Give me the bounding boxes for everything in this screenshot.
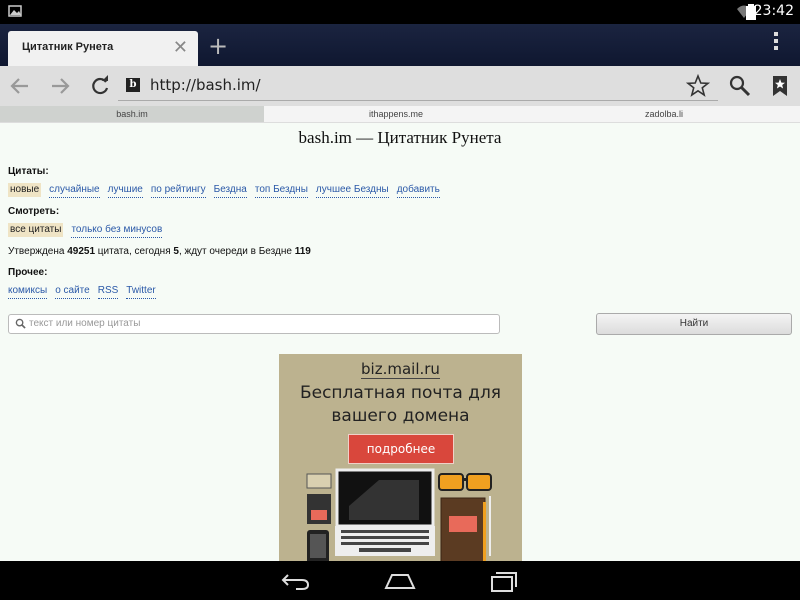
close-tab-icon[interactable]: ✕ xyxy=(173,39,188,57)
site-favicon-icon: b xyxy=(126,78,140,92)
search-placeholder: текст или номер цитаты xyxy=(29,318,141,329)
clock: 23:42 xyxy=(753,3,794,19)
ad-brand-text: biz.mail.ru xyxy=(361,360,440,379)
link-abyss-top[interactable]: топ Бездны xyxy=(254,183,308,198)
link-best[interactable]: лучшие xyxy=(107,183,143,198)
quote-stats: Утверждена 49251 цитата, сегодня 5, ждут… xyxy=(8,246,311,257)
ad-tagline-line1: Бесплатная почта для xyxy=(299,383,502,403)
home-nav-icon[interactable] xyxy=(384,569,416,593)
link-new[interactable]: новые xyxy=(8,183,42,197)
system-nav-bar xyxy=(0,561,800,600)
forward-arrow-icon[interactable] xyxy=(48,74,72,98)
link-abyss-best[interactable]: лучшее Бездны xyxy=(315,183,389,198)
link-abyss[interactable]: Бездна xyxy=(213,183,247,198)
link-add[interactable]: добавить xyxy=(396,183,440,198)
back-nav-icon[interactable] xyxy=(280,569,312,593)
find-button[interactable]: Найти xyxy=(596,313,792,335)
status-bar: 23:42 xyxy=(0,0,800,24)
link-twitter[interactable]: Twitter xyxy=(126,284,156,299)
page-title: bash.im — Цитатник Рунета xyxy=(298,128,502,147)
quote-search-input[interactable]: текст или номер цитаты xyxy=(8,314,500,334)
advertisement-banner[interactable]: biz.mail.ru Бесплатная почта для вашего … xyxy=(279,354,522,561)
view-nav: все цитаты только без минусов xyxy=(8,223,170,238)
browser-tab[interactable]: Цитатник Рунета ✕ xyxy=(8,31,198,66)
stats-text-3: , ждут очереди в Бездне xyxy=(178,246,295,257)
site-tab-zadolba[interactable]: zadolba.li xyxy=(528,106,800,122)
ad-brand: biz.mail.ru xyxy=(279,360,522,379)
site-tab-bash[interactable]: bash.im xyxy=(0,106,264,122)
browser-toolbar: b http://bash.im/ xyxy=(0,66,800,107)
bookmarks-icon[interactable] xyxy=(768,74,792,98)
quotes-nav: новые случайные лучшие по рейтингу Бездна топ… xyxy=(8,183,448,198)
tab-strip: Цитатник Рунета ✕ + xyxy=(0,24,800,66)
stats-text-2: цитата, сегодня xyxy=(95,246,174,257)
ad-tagline-line2: вашего домена xyxy=(331,406,470,426)
url-text[interactable]: http://bash.im/ xyxy=(150,76,261,94)
link-rss[interactable]: RSS xyxy=(97,284,119,299)
link-about[interactable]: о сайте xyxy=(55,284,90,299)
search-icon[interactable] xyxy=(728,74,752,98)
search-magnifier-icon xyxy=(15,318,26,329)
quotes-label: Цитаты: xyxy=(8,166,49,177)
bookmark-star-icon[interactable] xyxy=(686,74,710,98)
address-bar[interactable]: b http://bash.im/ xyxy=(118,72,718,101)
link-random[interactable]: случайные xyxy=(49,183,100,198)
new-tab-icon[interactable]: + xyxy=(203,34,233,60)
overflow-menu-icon[interactable] xyxy=(774,32,780,53)
ad-illustration xyxy=(306,468,492,561)
site-tab-ithappens[interactable]: ithappens.me xyxy=(264,106,528,122)
ad-more-button[interactable]: подробнее xyxy=(348,434,454,464)
link-by-rating[interactable]: по рейтингу xyxy=(150,183,206,198)
picture-notification-icon xyxy=(8,5,22,17)
reload-icon[interactable] xyxy=(88,74,112,98)
recent-apps-nav-icon[interactable] xyxy=(488,569,520,593)
link-all-quotes[interactable]: все цитаты xyxy=(8,223,64,237)
back-arrow-icon[interactable] xyxy=(8,74,32,98)
stats-text-1: Утверждена xyxy=(8,246,68,257)
other-nav: комиксы о сайте RSS Twitter xyxy=(8,284,164,299)
link-comics[interactable]: комиксы xyxy=(8,284,48,299)
web-page: bash.im ithappens.me zadolba.li bash.im … xyxy=(0,106,800,561)
view-label: Смотреть: xyxy=(8,206,60,217)
other-label: Прочее: xyxy=(8,267,48,278)
link-no-minus[interactable]: только без минусов xyxy=(71,223,163,238)
approved-count: 49251 xyxy=(67,246,96,257)
site-switcher: bash.im ithappens.me zadolba.li xyxy=(0,106,800,123)
tab-title: Цитатник Рунета xyxy=(22,41,114,53)
queue-count: 119 xyxy=(294,246,311,257)
ad-tagline: Бесплатная почта для вашего домена xyxy=(279,382,522,428)
